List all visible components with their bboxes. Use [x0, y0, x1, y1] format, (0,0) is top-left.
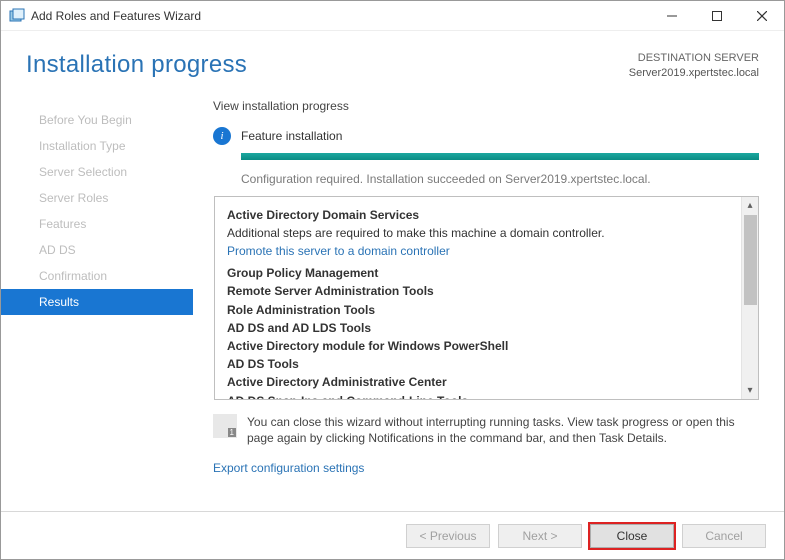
detail-ad-module-ps: Active Directory module for Windows Powe…: [227, 338, 731, 354]
promote-link[interactable]: Promote this server to a domain controll…: [227, 243, 731, 259]
main-content: View installation progress i Feature ins…: [193, 99, 784, 476]
next-button: Next >: [498, 524, 582, 548]
flag-icon: 1: [213, 414, 237, 438]
detail-adds-tools: AD DS Tools: [227, 356, 731, 372]
previous-button: < Previous: [406, 524, 490, 548]
note-row: 1 You can close this wizard without inte…: [213, 414, 759, 448]
status-row: i Feature installation: [213, 127, 759, 145]
export-config-link[interactable]: Export configuration settings: [213, 461, 759, 475]
sidebar-item-results[interactable]: Results: [1, 289, 193, 315]
detail-role-admin: Role Administration Tools: [227, 302, 731, 318]
progress-fill: [241, 153, 759, 160]
wizard-window: Add Roles and Features Wizard Installati…: [0, 0, 785, 560]
detail-gpm: Group Policy Management: [227, 265, 731, 281]
detail-adac: Active Directory Administrative Center: [227, 374, 731, 390]
window-controls: [649, 1, 784, 31]
scroll-down-icon[interactable]: ▾: [742, 382, 758, 399]
details-box: Active Directory Domain Services Additio…: [214, 196, 759, 400]
header: Installation progress DESTINATION SERVER…: [1, 31, 784, 81]
sidebar: Before You Begin Installation Type Serve…: [1, 99, 193, 476]
sidebar-item-server-roles: Server Roles: [1, 185, 193, 211]
scroll-thumb[interactable]: [744, 215, 757, 305]
close-button[interactable]: Close: [590, 524, 674, 548]
section-label: View installation progress: [213, 99, 759, 113]
detail-adds-note: Additional steps are required to make th…: [227, 225, 731, 241]
destination-info: DESTINATION SERVER Server2019.xpertstec.…: [629, 51, 759, 81]
page-title: Installation progress: [26, 51, 247, 81]
detail-adds-lds: AD DS and AD LDS Tools: [227, 320, 731, 336]
minimize-button[interactable]: [649, 1, 694, 31]
status-text: Feature installation: [241, 129, 342, 143]
cancel-button: Cancel: [682, 524, 766, 548]
details-content: Active Directory Domain Services Additio…: [215, 197, 741, 399]
maximize-button[interactable]: [694, 1, 739, 31]
info-icon: i: [213, 127, 231, 145]
sidebar-item-confirmation: Confirmation: [1, 263, 193, 289]
detail-snapins: AD DS Snap-Ins and Command-Line Tools: [227, 393, 731, 399]
note-text: You can close this wizard without interr…: [247, 414, 759, 448]
config-message: Configuration required. Installation suc…: [241, 172, 759, 186]
sidebar-item-ad-ds: AD DS: [1, 237, 193, 263]
sidebar-item-before-you-begin: Before You Begin: [1, 107, 193, 133]
app-icon: [9, 8, 25, 24]
footer: < Previous Next > Close Cancel: [1, 511, 784, 559]
detail-rsat: Remote Server Administration Tools: [227, 283, 731, 299]
destination-label: DESTINATION SERVER: [629, 51, 759, 66]
detail-adds-title: Active Directory Domain Services: [227, 207, 731, 223]
titlebar: Add Roles and Features Wizard: [1, 1, 784, 31]
window-title: Add Roles and Features Wizard: [31, 9, 649, 23]
destination-server: Server2019.xpertstec.local: [629, 66, 759, 81]
progress-bar: [241, 153, 759, 160]
sidebar-item-server-selection: Server Selection: [1, 159, 193, 185]
details-scrollbar[interactable]: ▴ ▾: [741, 197, 758, 399]
scroll-up-icon[interactable]: ▴: [742, 197, 758, 214]
sidebar-item-features: Features: [1, 211, 193, 237]
sidebar-item-installation-type: Installation Type: [1, 133, 193, 159]
close-window-button[interactable]: [739, 1, 784, 31]
